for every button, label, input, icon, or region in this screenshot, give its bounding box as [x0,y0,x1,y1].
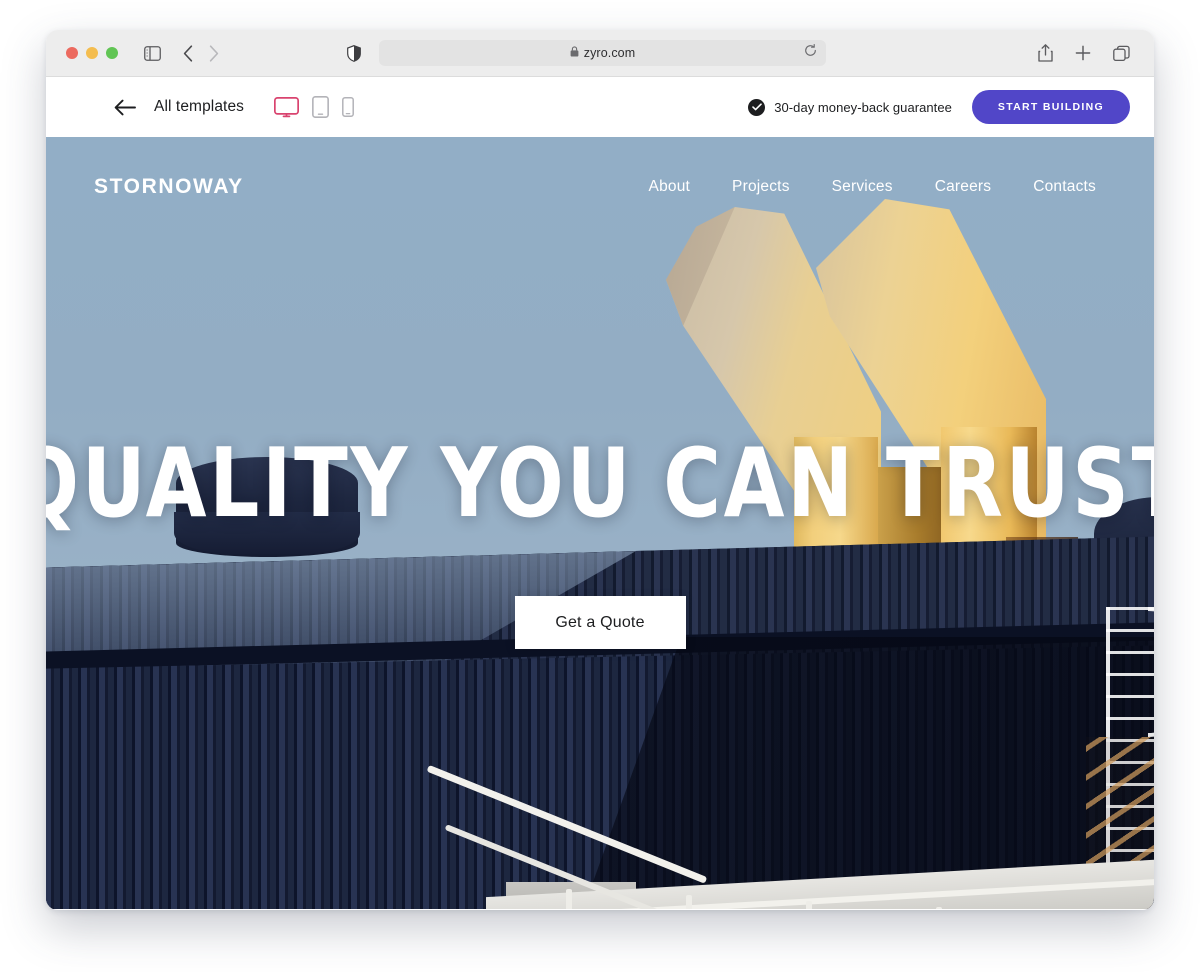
sidebar-icon[interactable] [144,45,161,61]
template-preview: STORNOWAY About Projects Services Career… [46,137,1154,909]
chevron-right-icon[interactable] [209,44,219,62]
close-window-button[interactable] [66,47,78,59]
reload-icon[interactable] [804,44,817,62]
get-a-quote-button[interactable]: Get a Quote [514,596,686,649]
arrow-left-icon[interactable] [114,99,136,116]
browser-toolbar-actions [1038,44,1140,62]
hero-section: QUALITY YOU CAN TRUST Get a Quote [46,137,1154,909]
privacy-shield-icon[interactable] [347,44,361,62]
screenshot-root: zyro.com All templates 30-day money-back… [0,0,1200,972]
desktop-icon[interactable] [274,96,300,118]
hero-headline: QUALITY YOU CAN TRUST [46,429,1154,539]
money-back-guarantee: 30-day money-back guarantee [748,98,952,116]
mobile-icon[interactable] [342,97,354,117]
all-templates-link[interactable]: All templates [154,98,244,116]
check-circle-icon [748,98,766,116]
browser-window: zyro.com All templates 30-day money-back… [46,30,1154,910]
tab-overview-icon[interactable] [1113,45,1130,62]
address-bar[interactable]: zyro.com [379,40,826,66]
url-text: zyro.com [583,46,636,60]
minimize-window-button[interactable] [86,47,98,59]
tablet-icon[interactable] [312,96,329,118]
editor-toolbar-right: 30-day money-back guarantee START BUILDI… [748,90,1130,124]
start-building-button[interactable]: START BUILDING [971,90,1130,124]
template-editor-toolbar: All templates 30-day money-back guarante… [46,77,1154,137]
address-bar-content: zyro.com [570,44,636,62]
browser-titlebar: zyro.com [46,30,1154,77]
chevron-left-icon[interactable] [183,44,193,62]
device-preview-switcher [274,96,354,118]
share-icon[interactable] [1038,44,1053,62]
maximize-window-button[interactable] [106,47,118,59]
lock-icon [570,44,579,62]
window-traffic-lights [66,47,118,59]
plus-icon[interactable] [1075,45,1091,61]
guarantee-label: 30-day money-back guarantee [774,99,952,115]
